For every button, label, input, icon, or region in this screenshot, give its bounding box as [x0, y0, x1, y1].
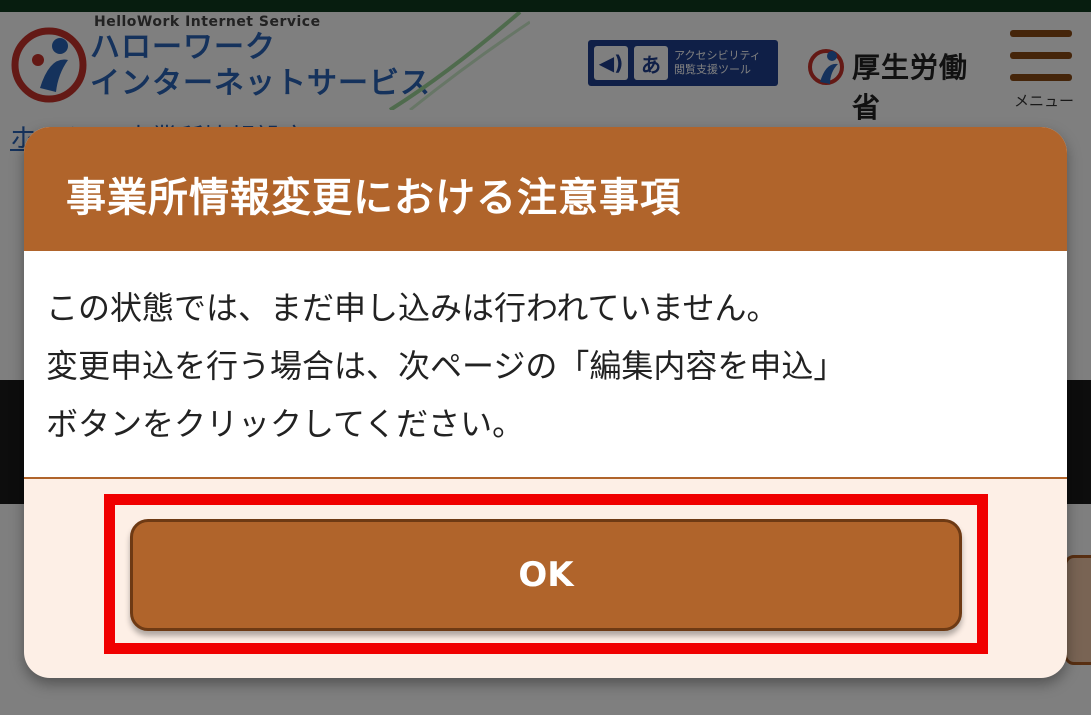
dialog-message-line: 変更申込を行う場合は、次ページの「編集内容を申込」 — [46, 347, 846, 385]
dialog-message-line: ボタンをクリックしてください。 — [46, 405, 525, 443]
dialog-header: 事業所情報変更における注意事項 — [24, 127, 1067, 251]
dialog-title: 事業所情報変更における注意事項 — [66, 175, 681, 221]
dialog-message-line: この状態では、まだ申し込みは行われていません。 — [46, 289, 779, 327]
ok-button[interactable]: OK — [130, 519, 962, 631]
notice-dialog: 事業所情報変更における注意事項 この状態では、まだ申し込みは行われていません。 … — [24, 127, 1067, 678]
dialog-footer: OK — [24, 479, 1067, 678]
dialog-body: この状態では、まだ申し込みは行われていません。 変更申込を行う場合は、次ページの… — [24, 251, 1067, 479]
